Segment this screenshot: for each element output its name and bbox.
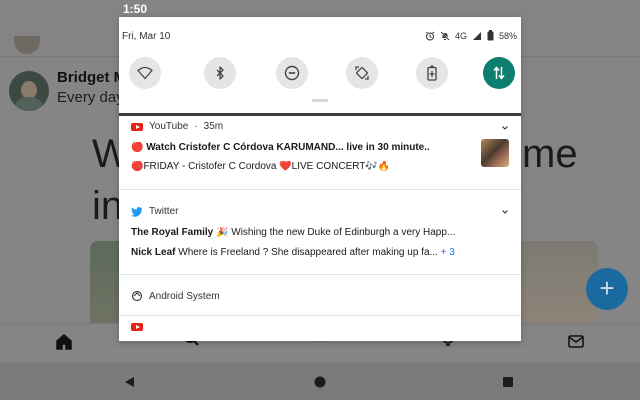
shade-drag-handle[interactable] bbox=[312, 99, 328, 102]
notification-title: 🔴 Watch Cristofer C Córdova KARUMAND... … bbox=[131, 142, 430, 153]
app-name: YouTube bbox=[149, 121, 189, 132]
notifications-off-icon bbox=[440, 30, 450, 41]
expand-chevron-icon[interactable] bbox=[501, 209, 509, 215]
app-name: Twitter bbox=[149, 206, 179, 217]
quick-settings-tiles bbox=[127, 57, 515, 89]
header-separator: · bbox=[194, 121, 198, 132]
tweet-image-left bbox=[90, 241, 120, 323]
author-name: Bridget M bbox=[57, 69, 127, 86]
tweet-text-right: me bbox=[522, 132, 578, 176]
mobile-data-icon bbox=[493, 66, 505, 80]
sender-name: The Royal Family bbox=[131, 227, 214, 238]
auto-rotate-tile[interactable] bbox=[346, 57, 378, 89]
notification-text: 🔴FRIDAY - Cristofer C Cordova ❤️LIVE CON… bbox=[131, 161, 391, 172]
do-not-disturb-icon bbox=[284, 65, 300, 81]
recents-icon[interactable] bbox=[500, 374, 516, 390]
bluetooth-tile[interactable] bbox=[204, 57, 236, 89]
wifi-icon bbox=[137, 66, 153, 80]
more-count-badge[interactable]: + 3 bbox=[441, 247, 455, 258]
message-text: Where is Freeland ? She disappeared afte… bbox=[178, 247, 438, 258]
twitter-bird-icon bbox=[131, 206, 143, 217]
battery-icon bbox=[487, 30, 494, 41]
notification-time: 35m bbox=[203, 121, 224, 132]
bluetooth-icon bbox=[216, 66, 224, 80]
notification-header: Twitter bbox=[131, 206, 178, 217]
home-button-icon[interactable] bbox=[312, 374, 328, 390]
do-not-disturb-tile[interactable] bbox=[276, 57, 308, 89]
auto-rotate-icon bbox=[355, 66, 369, 80]
notification-header: Android System bbox=[131, 290, 220, 302]
battery-saver-tile[interactable] bbox=[416, 57, 448, 89]
android-system-icon bbox=[131, 290, 143, 302]
avatar[interactable] bbox=[9, 71, 49, 111]
message-text: 🎉 Wishing the new Duke of Edinburgh a ve… bbox=[216, 227, 456, 238]
wifi-tile[interactable] bbox=[129, 57, 161, 89]
status-icons: 4G 58% bbox=[425, 30, 517, 41]
sender-name: Nick Leaf bbox=[131, 247, 176, 258]
back-icon[interactable] bbox=[122, 374, 138, 390]
notification-thumbnail bbox=[481, 139, 509, 167]
notification-twitter[interactable]: Twitter The Royal Family 🎉 Wishing the n… bbox=[119, 191, 521, 275]
home-icon[interactable] bbox=[55, 333, 73, 351]
compose-fab-button[interactable]: + bbox=[586, 268, 628, 310]
notification-shade: Fri, Mar 10 4G 58% YouTube · 35m 🔴 Watch… bbox=[119, 17, 521, 341]
youtube-icon bbox=[131, 323, 143, 331]
battery-saver-icon bbox=[427, 65, 437, 81]
notification-android-system[interactable]: Android System bbox=[119, 276, 521, 316]
cellular-signal-icon bbox=[472, 31, 481, 40]
expand-chevron-icon[interactable] bbox=[501, 125, 509, 131]
author-subtitle: Every day bbox=[57, 89, 124, 106]
status-bar-clock: 1:50 bbox=[123, 2, 148, 16]
network-type-label: 4G bbox=[454, 30, 467, 41]
mobile-data-tile[interactable] bbox=[483, 57, 515, 89]
quick-settings-date[interactable]: Fri, Mar 10 bbox=[122, 31, 170, 42]
app-name: Android System bbox=[149, 290, 220, 302]
alarm-icon bbox=[425, 31, 435, 40]
notification-header bbox=[131, 323, 143, 331]
notification-youtube-partial[interactable] bbox=[119, 317, 521, 341]
notification-youtube[interactable]: YouTube · 35m 🔴 Watch Cristofer C Córdov… bbox=[119, 116, 521, 190]
notification-line: Nick Leaf Where is Freeland ? She disapp… bbox=[131, 247, 511, 258]
notification-header: YouTube · 35m bbox=[131, 121, 223, 132]
notification-line: The Royal Family 🎉 Wishing the new Duke … bbox=[131, 227, 511, 238]
youtube-icon bbox=[131, 122, 143, 131]
battery-percent: 58% bbox=[498, 30, 517, 41]
messages-icon[interactable] bbox=[567, 333, 585, 351]
